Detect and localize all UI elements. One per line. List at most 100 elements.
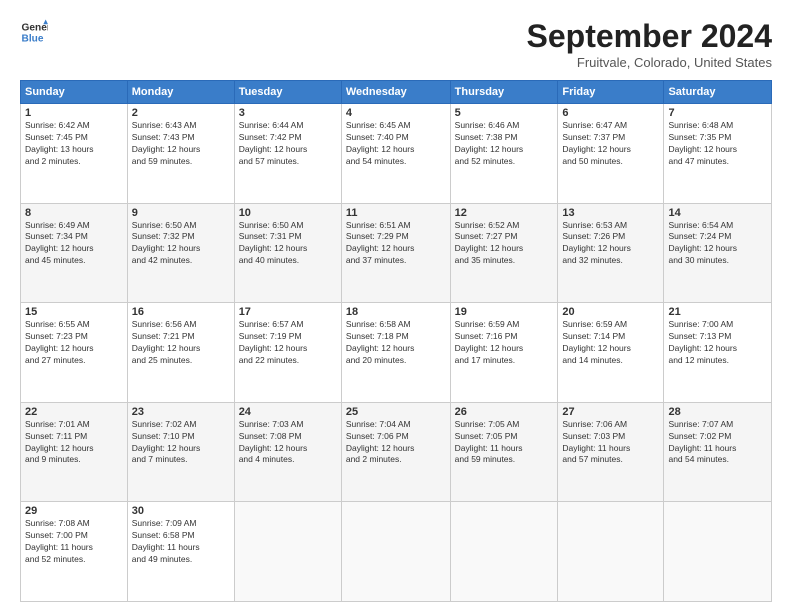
table-row: 14Sunrise: 6:54 AM Sunset: 7:24 PM Dayli… — [664, 203, 772, 303]
table-row: 12Sunrise: 6:52 AM Sunset: 7:27 PM Dayli… — [450, 203, 558, 303]
day-number: 13 — [562, 207, 659, 219]
day-number: 8 — [25, 207, 123, 219]
day-info: Sunrise: 6:52 AM Sunset: 7:27 PM Dayligh… — [455, 220, 554, 268]
table-row: 11Sunrise: 6:51 AM Sunset: 7:29 PM Dayli… — [341, 203, 450, 303]
day-number: 17 — [239, 306, 337, 318]
table-row: 4Sunrise: 6:45 AM Sunset: 7:40 PM Daylig… — [341, 104, 450, 204]
day-info: Sunrise: 7:07 AM Sunset: 7:02 PM Dayligh… — [668, 419, 767, 467]
day-number: 28 — [668, 406, 767, 418]
table-row: 26Sunrise: 7:05 AM Sunset: 7:05 PM Dayli… — [450, 402, 558, 502]
table-row: 18Sunrise: 6:58 AM Sunset: 7:18 PM Dayli… — [341, 303, 450, 403]
day-info: Sunrise: 6:55 AM Sunset: 7:23 PM Dayligh… — [25, 319, 123, 367]
logo-icon: General Blue — [20, 18, 48, 46]
day-info: Sunrise: 6:45 AM Sunset: 7:40 PM Dayligh… — [346, 120, 446, 168]
location-subtitle: Fruitvale, Colorado, United States — [527, 55, 772, 70]
week-row-4: 22Sunrise: 7:01 AM Sunset: 7:11 PM Dayli… — [21, 402, 772, 502]
day-number: 11 — [346, 207, 446, 219]
table-row: 5Sunrise: 6:46 AM Sunset: 7:38 PM Daylig… — [450, 104, 558, 204]
table-row — [450, 502, 558, 602]
col-sunday: Sunday — [21, 81, 128, 104]
day-info: Sunrise: 6:49 AM Sunset: 7:34 PM Dayligh… — [25, 220, 123, 268]
day-info: Sunrise: 6:50 AM Sunset: 7:32 PM Dayligh… — [132, 220, 230, 268]
day-number: 18 — [346, 306, 446, 318]
table-row — [341, 502, 450, 602]
table-row: 16Sunrise: 6:56 AM Sunset: 7:21 PM Dayli… — [127, 303, 234, 403]
day-number: 4 — [346, 107, 446, 119]
table-row: 15Sunrise: 6:55 AM Sunset: 7:23 PM Dayli… — [21, 303, 128, 403]
day-number: 24 — [239, 406, 337, 418]
table-row: 7Sunrise: 6:48 AM Sunset: 7:35 PM Daylig… — [664, 104, 772, 204]
day-number: 9 — [132, 207, 230, 219]
col-friday: Friday — [558, 81, 664, 104]
day-info: Sunrise: 6:51 AM Sunset: 7:29 PM Dayligh… — [346, 220, 446, 268]
day-number: 5 — [455, 107, 554, 119]
table-row: 24Sunrise: 7:03 AM Sunset: 7:08 PM Dayli… — [234, 402, 341, 502]
day-number: 7 — [668, 107, 767, 119]
table-row: 23Sunrise: 7:02 AM Sunset: 7:10 PM Dayli… — [127, 402, 234, 502]
day-number: 21 — [668, 306, 767, 318]
day-info: Sunrise: 7:02 AM Sunset: 7:10 PM Dayligh… — [132, 419, 230, 467]
title-block: September 2024 Fruitvale, Colorado, Unit… — [527, 18, 772, 70]
day-info: Sunrise: 6:42 AM Sunset: 7:45 PM Dayligh… — [25, 120, 123, 168]
col-monday: Monday — [127, 81, 234, 104]
day-info: Sunrise: 7:04 AM Sunset: 7:06 PM Dayligh… — [346, 419, 446, 467]
week-row-3: 15Sunrise: 6:55 AM Sunset: 7:23 PM Dayli… — [21, 303, 772, 403]
table-row: 1Sunrise: 6:42 AM Sunset: 7:45 PM Daylig… — [21, 104, 128, 204]
week-row-5: 29Sunrise: 7:08 AM Sunset: 7:00 PM Dayli… — [21, 502, 772, 602]
day-number: 3 — [239, 107, 337, 119]
day-info: Sunrise: 7:00 AM Sunset: 7:13 PM Dayligh… — [668, 319, 767, 367]
day-info: Sunrise: 6:56 AM Sunset: 7:21 PM Dayligh… — [132, 319, 230, 367]
day-info: Sunrise: 6:57 AM Sunset: 7:19 PM Dayligh… — [239, 319, 337, 367]
col-thursday: Thursday — [450, 81, 558, 104]
day-number: 16 — [132, 306, 230, 318]
day-number: 15 — [25, 306, 123, 318]
day-info: Sunrise: 6:46 AM Sunset: 7:38 PM Dayligh… — [455, 120, 554, 168]
table-row: 13Sunrise: 6:53 AM Sunset: 7:26 PM Dayli… — [558, 203, 664, 303]
table-row: 19Sunrise: 6:59 AM Sunset: 7:16 PM Dayli… — [450, 303, 558, 403]
day-info: Sunrise: 6:58 AM Sunset: 7:18 PM Dayligh… — [346, 319, 446, 367]
table-row: 6Sunrise: 6:47 AM Sunset: 7:37 PM Daylig… — [558, 104, 664, 204]
day-number: 12 — [455, 207, 554, 219]
day-number: 6 — [562, 107, 659, 119]
month-title: September 2024 — [527, 18, 772, 55]
table-row — [234, 502, 341, 602]
calendar-table: Sunday Monday Tuesday Wednesday Thursday… — [20, 80, 772, 602]
table-row: 3Sunrise: 6:44 AM Sunset: 7:42 PM Daylig… — [234, 104, 341, 204]
table-row: 25Sunrise: 7:04 AM Sunset: 7:06 PM Dayli… — [341, 402, 450, 502]
day-info: Sunrise: 6:43 AM Sunset: 7:43 PM Dayligh… — [132, 120, 230, 168]
day-number: 19 — [455, 306, 554, 318]
day-number: 25 — [346, 406, 446, 418]
table-row: 21Sunrise: 7:00 AM Sunset: 7:13 PM Dayli… — [664, 303, 772, 403]
week-row-1: 1Sunrise: 6:42 AM Sunset: 7:45 PM Daylig… — [21, 104, 772, 204]
day-info: Sunrise: 6:59 AM Sunset: 7:16 PM Dayligh… — [455, 319, 554, 367]
day-number: 10 — [239, 207, 337, 219]
week-row-2: 8Sunrise: 6:49 AM Sunset: 7:34 PM Daylig… — [21, 203, 772, 303]
header: General Blue September 2024 Fruitvale, C… — [20, 18, 772, 70]
table-row: 17Sunrise: 6:57 AM Sunset: 7:19 PM Dayli… — [234, 303, 341, 403]
day-info: Sunrise: 7:09 AM Sunset: 6:58 PM Dayligh… — [132, 518, 230, 566]
day-info: Sunrise: 6:59 AM Sunset: 7:14 PM Dayligh… — [562, 319, 659, 367]
table-row: 2Sunrise: 6:43 AM Sunset: 7:43 PM Daylig… — [127, 104, 234, 204]
column-headers: Sunday Monday Tuesday Wednesday Thursday… — [21, 81, 772, 104]
day-info: Sunrise: 6:47 AM Sunset: 7:37 PM Dayligh… — [562, 120, 659, 168]
day-info: Sunrise: 6:53 AM Sunset: 7:26 PM Dayligh… — [562, 220, 659, 268]
table-row: 9Sunrise: 6:50 AM Sunset: 7:32 PM Daylig… — [127, 203, 234, 303]
day-info: Sunrise: 7:06 AM Sunset: 7:03 PM Dayligh… — [562, 419, 659, 467]
table-row: 29Sunrise: 7:08 AM Sunset: 7:00 PM Dayli… — [21, 502, 128, 602]
day-info: Sunrise: 7:08 AM Sunset: 7:00 PM Dayligh… — [25, 518, 123, 566]
day-info: Sunrise: 7:01 AM Sunset: 7:11 PM Dayligh… — [25, 419, 123, 467]
col-tuesday: Tuesday — [234, 81, 341, 104]
table-row — [558, 502, 664, 602]
calendar-page: General Blue September 2024 Fruitvale, C… — [0, 0, 792, 612]
table-row: 10Sunrise: 6:50 AM Sunset: 7:31 PM Dayli… — [234, 203, 341, 303]
svg-text:Blue: Blue — [22, 33, 44, 44]
day-info: Sunrise: 7:05 AM Sunset: 7:05 PM Dayligh… — [455, 419, 554, 467]
col-saturday: Saturday — [664, 81, 772, 104]
day-info: Sunrise: 7:03 AM Sunset: 7:08 PM Dayligh… — [239, 419, 337, 467]
day-info: Sunrise: 6:54 AM Sunset: 7:24 PM Dayligh… — [668, 220, 767, 268]
day-number: 14 — [668, 207, 767, 219]
day-number: 22 — [25, 406, 123, 418]
day-number: 27 — [562, 406, 659, 418]
table-row — [664, 502, 772, 602]
day-number: 26 — [455, 406, 554, 418]
